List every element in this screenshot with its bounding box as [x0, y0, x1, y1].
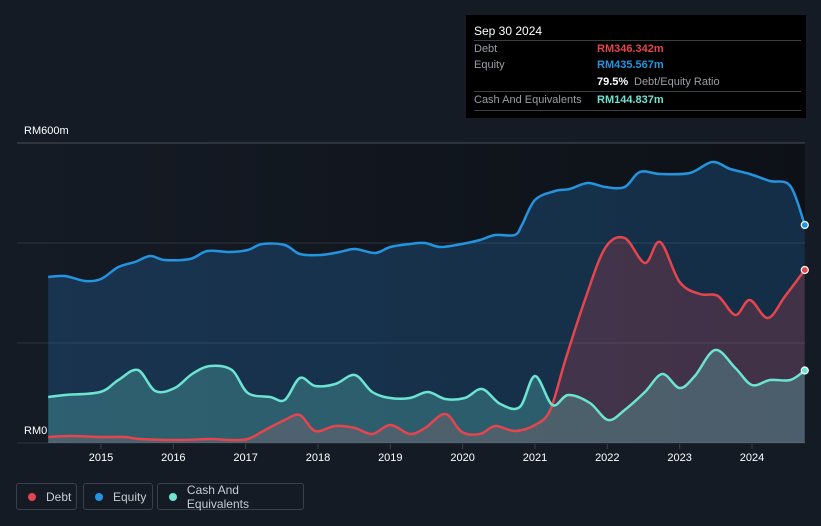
tooltip-row-cash: Cash And Equivalents RM144.837m	[474, 91, 801, 111]
tooltip-label: Debt	[474, 43, 498, 55]
x-tick-label: 2019	[378, 452, 402, 464]
legend-cash[interactable]: Cash And Equivalents	[157, 482, 304, 511]
tooltip-ratio-label: Debt/Equity Ratio	[634, 76, 720, 88]
legend-label: Equity	[113, 489, 147, 504]
y-tick-label-max: RM600m	[24, 125, 69, 137]
x-tick-label: 2021	[523, 452, 547, 464]
y-tick-label-zero: RM0	[24, 425, 48, 437]
x-tick-label: 2016	[161, 452, 185, 464]
x-tick-label: 2017	[233, 452, 257, 464]
legend-label: Cash And Equivalents	[186, 482, 249, 511]
legend-label: Debt	[46, 489, 72, 504]
tooltip-value: RM435.567m	[597, 59, 664, 71]
x-tick-label: 2015	[89, 452, 113, 464]
x-tick-label: 2024	[740, 452, 764, 464]
legend-debt[interactable]: Debt	[16, 483, 77, 510]
tooltip-value: RM346.342m	[597, 43, 664, 55]
cash-dot-icon	[169, 492, 177, 501]
tooltip-date: Sep 30 2024	[474, 24, 543, 38]
tooltip-row-equity: Equity RM435.567m	[474, 57, 801, 75]
x-tick-label: 2018	[306, 452, 330, 464]
tooltip-label: Cash And Equivalents	[474, 94, 582, 106]
legend-equity[interactable]: Equity	[83, 483, 153, 510]
tooltip-value: RM144.837m	[597, 94, 664, 106]
tooltip-row-ratio: 79.5% Debt/Equity Ratio	[474, 74, 801, 92]
debt-dot-icon	[28, 492, 36, 501]
x-tick-label: 2020	[450, 452, 474, 464]
equity-hover-marker	[800, 220, 809, 230]
x-tick-label: 2023	[667, 452, 691, 464]
equity-dot-icon	[95, 492, 103, 501]
x-tick-label: 2022	[595, 452, 619, 464]
cash-and-equivalents-hover-marker	[800, 366, 809, 375]
debt-hover-marker	[800, 265, 809, 275]
data-tooltip: Sep 30 2024 Debt RM346.342m Equity RM435…	[466, 15, 806, 118]
tooltip-ratio-value: 79.5%	[597, 76, 629, 88]
tooltip-label: Equity	[474, 59, 505, 71]
